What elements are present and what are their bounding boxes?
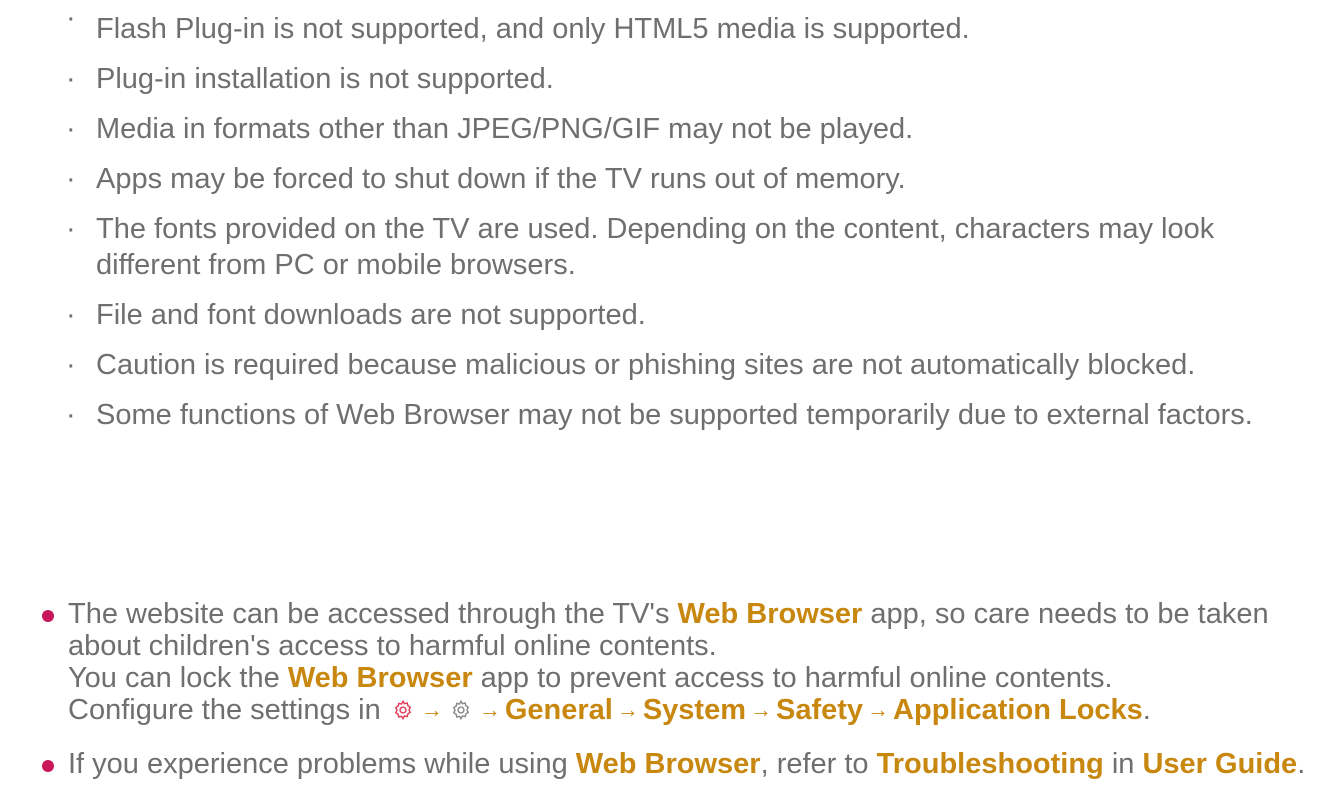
user-guide-link[interactable]: User Guide <box>1142 748 1297 780</box>
limitation-text: Caution is required because malicious or… <box>96 349 1196 381</box>
path-general: General <box>504 694 613 726</box>
limitation-item: · The fonts provided on the TV are used.… <box>66 211 1318 283</box>
dot-marker: · <box>66 213 76 245</box>
dot-marker: · <box>66 299 76 331</box>
notice-troubleshooting: If you experience problems while using W… <box>40 748 1310 780</box>
path-system: System <box>642 694 746 726</box>
dot-marker: · <box>66 113 76 145</box>
limitation-text: Flash Plug-in is not supported, and only… <box>96 13 970 45</box>
limitation-item: · Caution is required because malicious … <box>66 347 1318 383</box>
notice-text: The website can be accessed through the … <box>68 598 678 630</box>
limitation-text: The fonts provided on the TV are used. D… <box>96 213 1215 281</box>
limitation-item: · Apps may be forced to shut down if the… <box>66 161 1318 197</box>
notice-text: , refer to <box>760 748 877 780</box>
web-browser-link: Web Browser <box>575 748 761 780</box>
dot-marker: · <box>66 63 76 95</box>
limitation-item: · Media in formats other than JPEG/PNG/G… <box>66 111 1318 147</box>
limitation-text: Plug-in installation is not supported. <box>96 63 554 95</box>
limitation-text: Apps may be forced to shut down if the T… <box>96 163 906 195</box>
bullet-icon <box>42 760 54 772</box>
path-application-locks: Application Locks <box>893 694 1143 726</box>
notice-text: Configure the settings in <box>68 694 389 726</box>
limitation-item: · Some functions of Web Browser may not … <box>66 397 1318 433</box>
limitations-list: · Flash Plug-in is not supported, and on… <box>66 0 1318 447</box>
notice-list: The website can be accessed through the … <box>40 598 1310 800</box>
notice-text: . <box>1142 694 1151 726</box>
path-safety: Safety <box>775 694 864 726</box>
notice-text: in <box>1103 748 1143 780</box>
dot-marker: · <box>66 349 76 381</box>
arrow-right-icon: → <box>867 697 890 722</box>
limitation-item: · Flash Plug-in is not supported, and on… <box>66 0 1318 47</box>
troubleshooting-link[interactable]: Troubleshooting <box>877 748 1104 780</box>
limitation-text: Some functions of Web Browser may not be… <box>96 399 1253 431</box>
notice-children-access: The website can be accessed through the … <box>40 598 1310 728</box>
dot-marker: · <box>66 163 76 195</box>
dot-marker: · <box>66 399 76 431</box>
notice-text: If you experience problems while using <box>68 748 576 780</box>
remote-settings-gear-icon <box>392 699 414 721</box>
web-browser-link: Web Browser <box>677 598 863 630</box>
dot-marker: · <box>66 2 76 34</box>
limitation-text: Media in formats other than JPEG/PNG/GIF… <box>96 113 914 145</box>
notice-text: app to prevent access to harmful online … <box>472 662 1113 694</box>
arrow-right-icon: → <box>478 697 501 722</box>
notice-text: You can lock the <box>68 662 288 694</box>
notice-text: . <box>1297 748 1306 780</box>
web-browser-link: Web Browser <box>287 662 473 694</box>
limitation-item: · Plug-in installation is not supported. <box>66 61 1318 97</box>
settings-gear-icon <box>450 699 472 721</box>
arrow-right-icon: → <box>749 697 772 722</box>
arrow-right-icon: → <box>616 697 639 722</box>
limitation-item: · File and font downloads are not suppor… <box>66 297 1318 333</box>
arrow-right-icon: → <box>420 697 443 722</box>
bullet-icon <box>42 610 54 622</box>
limitation-text: File and font downloads are not supporte… <box>96 299 646 331</box>
